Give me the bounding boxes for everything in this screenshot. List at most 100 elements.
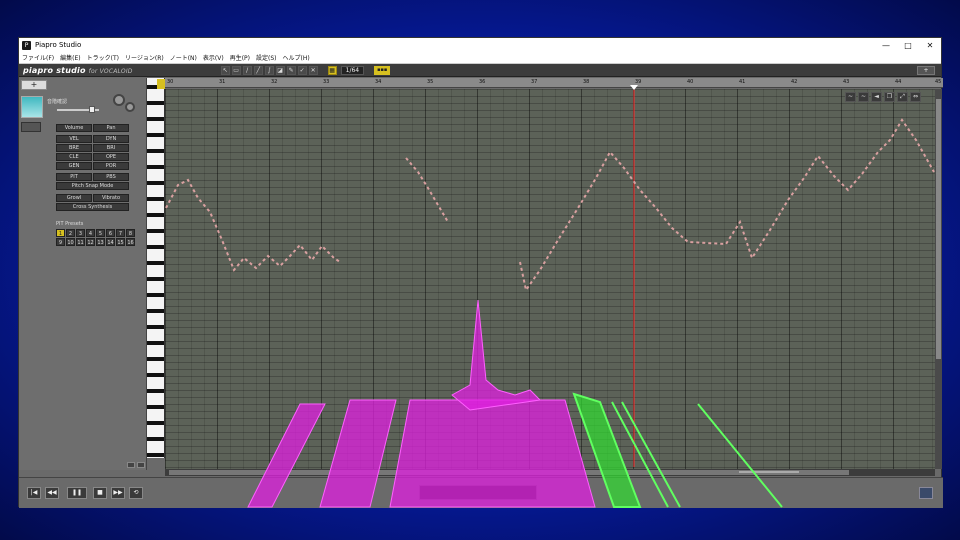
expand-icon[interactable]: ⤢ bbox=[897, 92, 908, 102]
param-dyn[interactable]: DYN bbox=[93, 135, 129, 143]
pitch-snap-button[interactable]: Pitch Snap Mode bbox=[56, 182, 129, 190]
param-ope[interactable]: OPE bbox=[93, 153, 129, 161]
volume-slider-knob[interactable] bbox=[89, 106, 95, 113]
param-growl[interactable]: Growl bbox=[56, 194, 92, 202]
preset-11[interactable]: 11 bbox=[76, 238, 85, 246]
param-pit[interactable]: PIT bbox=[56, 173, 92, 181]
param-pbs[interactable]: PBS bbox=[93, 173, 129, 181]
option-button-icon[interactable]: ▪▪▪ bbox=[374, 65, 391, 75]
menu-bar: ファイル(F) 編集(E) トラック(T) リージョン(R) ノート(N) 表示… bbox=[19, 52, 941, 64]
panel-scroll-down-icon[interactable] bbox=[137, 462, 145, 468]
preset-15[interactable]: 15 bbox=[116, 238, 125, 246]
rewind-button[interactable]: ◀◀ bbox=[45, 487, 59, 499]
menu-play[interactable]: 再生(P) bbox=[230, 53, 250, 62]
piano-keyboard[interactable] bbox=[147, 78, 165, 458]
avatar[interactable] bbox=[21, 96, 43, 118]
bar-label: 31 bbox=[219, 79, 226, 85]
close-button[interactable]: ✕ bbox=[919, 41, 941, 50]
copy-icon[interactable]: ❐ bbox=[884, 92, 895, 102]
preset-16[interactable]: 16 bbox=[126, 238, 135, 246]
pencil-tool-icon[interactable]: / bbox=[242, 65, 252, 75]
snap-toggle-icon[interactable]: ▦ bbox=[327, 65, 337, 75]
menu-file[interactable]: ファイル(F) bbox=[22, 53, 54, 62]
track-menu-button[interactable] bbox=[21, 122, 41, 132]
menu-view[interactable]: 表示(V) bbox=[203, 53, 224, 62]
param-vel[interactable]: VEL bbox=[56, 135, 92, 143]
preset-9[interactable]: 9 bbox=[56, 238, 65, 246]
preset-10[interactable]: 10 bbox=[66, 238, 75, 246]
bar-label: 43 bbox=[843, 79, 850, 85]
preset-6[interactable]: 6 bbox=[106, 229, 115, 237]
add-track-button[interactable]: + bbox=[21, 80, 47, 90]
param-cle[interactable]: CLE bbox=[56, 153, 92, 161]
bar-label: 41 bbox=[739, 79, 746, 85]
menu-track[interactable]: トラック(T) bbox=[87, 53, 119, 62]
param-volume[interactable]: Volume bbox=[56, 124, 92, 132]
preset-14[interactable]: 14 bbox=[106, 238, 115, 246]
select-tool-icon[interactable]: ▭ bbox=[231, 65, 241, 75]
curve-red-icon[interactable]: ~ bbox=[845, 92, 856, 102]
preset-7[interactable]: 7 bbox=[116, 229, 125, 237]
vertical-scroll-thumb[interactable] bbox=[936, 99, 941, 359]
bar-label: 45 bbox=[935, 79, 942, 85]
menu-edit[interactable]: 編集(E) bbox=[60, 53, 80, 62]
param-bre[interactable]: BRE bbox=[56, 144, 92, 152]
param-vibrato[interactable]: Vibrato bbox=[93, 194, 129, 202]
preset-13[interactable]: 13 bbox=[96, 238, 105, 246]
preset-8[interactable]: 8 bbox=[126, 229, 135, 237]
mute-tool-icon[interactable]: ✓ bbox=[297, 65, 307, 75]
app-icon: P bbox=[22, 40, 31, 50]
window-title: Piapro Studio bbox=[35, 41, 82, 49]
preset-2[interactable]: 2 bbox=[66, 229, 75, 237]
eraser-tool-icon[interactable]: ◪ bbox=[275, 65, 285, 75]
bar-label: 38 bbox=[583, 79, 590, 85]
pointer-tool-icon[interactable]: ↖ bbox=[220, 65, 230, 75]
menu-note[interactable]: ノート(N) bbox=[170, 53, 197, 62]
menu-help[interactable]: ヘルプ(H) bbox=[283, 53, 310, 62]
preset-5[interactable]: 5 bbox=[96, 229, 105, 237]
preset-1[interactable]: 1 bbox=[56, 229, 65, 237]
curve-green-icon[interactable]: ~ bbox=[858, 92, 869, 102]
bar-label: 34 bbox=[375, 79, 382, 85]
mixer-button-icon[interactable] bbox=[919, 487, 933, 499]
stop-button[interactable]: ■ bbox=[93, 487, 107, 499]
preset-3[interactable]: 3 bbox=[76, 229, 85, 237]
preset-4[interactable]: 4 bbox=[86, 229, 95, 237]
brush-tool-icon[interactable]: ✎ bbox=[286, 65, 296, 75]
horizontal-scrollbar[interactable] bbox=[165, 469, 935, 476]
forward-button[interactable]: ▶▶ bbox=[111, 487, 125, 499]
settings-button[interactable]: + bbox=[917, 65, 935, 75]
rewind-start-button[interactable]: |◀ bbox=[27, 487, 41, 499]
param-gen[interactable]: GEN bbox=[56, 162, 92, 170]
menu-settings[interactable]: 設定(S) bbox=[256, 53, 277, 62]
zoom-slider[interactable] bbox=[739, 471, 799, 473]
menu-region[interactable]: リージョン(R) bbox=[125, 53, 164, 62]
quantize-select[interactable]: 1/64 bbox=[340, 65, 365, 75]
line-tool-icon[interactable]: ╱ bbox=[253, 65, 263, 75]
vertical-scrollbar[interactable] bbox=[935, 89, 942, 469]
fit-icon[interactable]: ⇔ bbox=[910, 92, 921, 102]
speaker-icon[interactable]: ◄ bbox=[871, 92, 882, 102]
cross-synthesis-button[interactable]: Cross Synthesis bbox=[56, 203, 129, 211]
minimize-button[interactable]: — bbox=[875, 41, 897, 50]
param-bri[interactable]: BRI bbox=[93, 144, 129, 152]
maximize-button[interactable]: □ bbox=[897, 41, 919, 50]
preset-12[interactable]: 12 bbox=[86, 238, 95, 246]
piapro-logo: piapro studio for VOCALOID bbox=[23, 65, 133, 75]
piano-roll-grid[interactable] bbox=[165, 89, 935, 469]
split-tool-icon[interactable]: ✕ bbox=[308, 65, 318, 75]
timeline-ruler[interactable]: 30 31 32 33 34 35 36 37 38 39 40 41 42 4… bbox=[165, 78, 943, 88]
pause-button[interactable]: ❚❚ bbox=[67, 487, 87, 499]
track-name: 音階確認 bbox=[47, 99, 68, 105]
gear-icon[interactable] bbox=[125, 102, 135, 112]
panel-scroll-up-icon[interactable] bbox=[127, 462, 135, 468]
track-panel: + 音階確認 Volume Pan VEL DYN BRE BRI CLE OP… bbox=[19, 78, 147, 470]
loop-button[interactable]: ⟲ bbox=[129, 487, 143, 499]
param-pan[interactable]: Pan bbox=[93, 124, 129, 132]
pan-knob-icon[interactable] bbox=[113, 94, 125, 106]
ruler-corner bbox=[157, 79, 165, 89]
curve-tool-icon[interactable]: ∫ bbox=[264, 65, 274, 75]
param-por[interactable]: POR bbox=[93, 162, 129, 170]
bar-label: 37 bbox=[531, 79, 538, 85]
editor-tools: ~ ~ ◄ ❐ ⤢ ⇔ bbox=[843, 92, 921, 102]
